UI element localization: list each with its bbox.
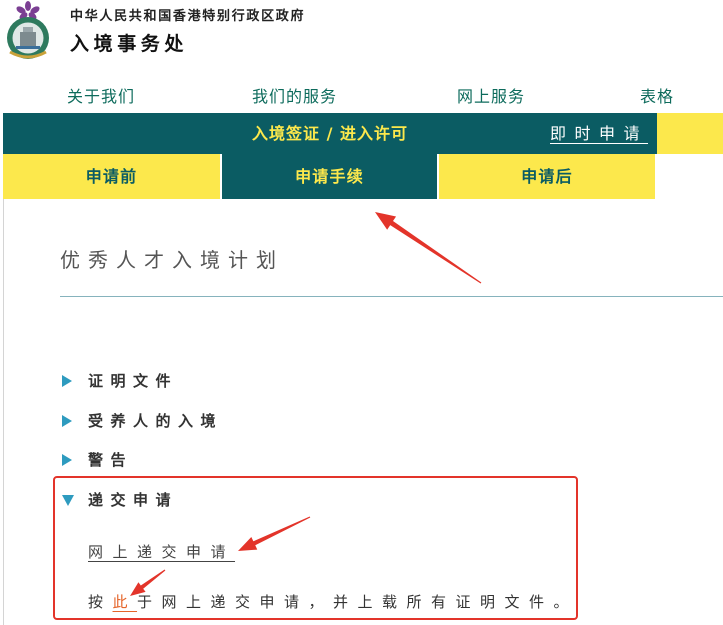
nav-our-services[interactable]: 我们的服务 (252, 86, 337, 108)
tab-application-procedure[interactable]: 申请手续 (222, 154, 437, 199)
accordion-label: 警告 (88, 451, 134, 469)
accordion-label: 递交申请 (88, 491, 179, 509)
instruction-suffix: 于网上递交申请，并上载所有证明文件。 (137, 593, 579, 611)
triangle-right-icon (62, 415, 72, 427)
instruction-prefix: 按 (88, 593, 113, 611)
government-name: 中华人民共和国香港特别行政区政府 (70, 9, 306, 24)
nav-online-services[interactable]: 网上服务 (457, 86, 525, 108)
triangle-right-icon (62, 454, 72, 466)
home-logo-link[interactable]: 中华人民共和国香港特别行政区政府 入境事务处 (0, 0, 320, 64)
nav-forms[interactable]: 表格 (640, 86, 674, 108)
triangle-down-icon (62, 495, 74, 506)
submission-instruction: 按此于网上递交申请，并上载所有证明文件。 (88, 591, 578, 613)
tab-before-application[interactable]: 申请前 (3, 154, 220, 199)
page: 中华人民共和国香港特别行政区政府 入境事务处 关于我们 我们的服务 网上服务 表… (0, 0, 723, 625)
section-title: 入境签证 / 进入许可 (252, 124, 408, 143)
online-submission-link[interactable]: 网上递交申请 (88, 541, 235, 563)
accordion-item-dependants-entry[interactable]: 受养人的入境 (62, 411, 482, 431)
section-bar: 入境签证 / 进入许可 即时申请 (3, 113, 657, 154)
annotation-arrow (238, 516, 311, 551)
tab-after-application[interactable]: 申请后 (439, 154, 655, 199)
hk-immigration-emblem-icon (7, 1, 49, 59)
tab-label: 申请后 (521, 167, 573, 186)
accordion-item-submit-application[interactable]: 递交申请 (62, 490, 482, 510)
section-bar-accent (657, 113, 723, 154)
annotation-arrow (375, 212, 482, 284)
apply-now-link[interactable]: 即时申请 (550, 113, 648, 154)
page-title: 优秀人才入境计划 (60, 248, 284, 272)
department-name: 入境事务处 (70, 33, 189, 55)
accordion-label: 受养人的入境 (88, 412, 224, 430)
accordion-item-supporting-documents[interactable]: 证明文件 (62, 371, 482, 391)
tab-label: 申请手续 (295, 167, 364, 186)
content-left-border (3, 199, 4, 625)
tab-label: 申请前 (85, 167, 138, 186)
triangle-right-icon (62, 375, 72, 387)
nav-about-us[interactable]: 关于我们 (67, 86, 135, 108)
accordion-item-warning[interactable]: 警告 (62, 450, 482, 470)
title-divider (60, 296, 723, 297)
here-link[interactable]: 此 (113, 593, 138, 611)
accordion-label: 证明文件 (88, 372, 179, 390)
